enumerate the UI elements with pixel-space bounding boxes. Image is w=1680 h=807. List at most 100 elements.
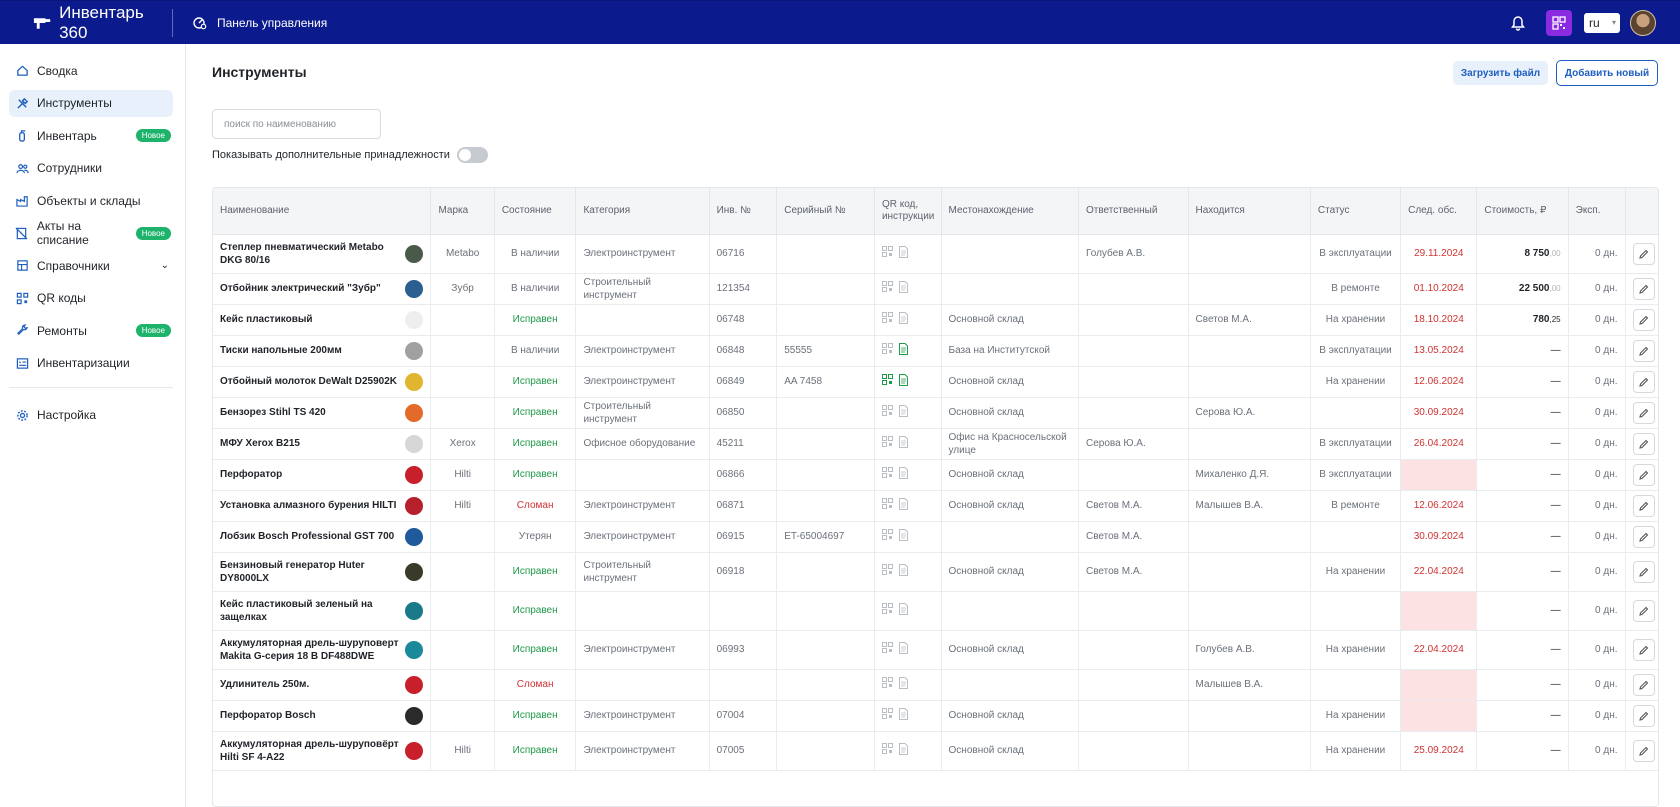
qr-code-icon[interactable]	[881, 343, 893, 358]
name-cell[interactable]: Кейс пластиковый зеленый на защелках	[213, 591, 432, 631]
search-input[interactable]	[212, 109, 381, 139]
qr-code-icon[interactable]	[881, 564, 893, 579]
qr-code-icon[interactable]	[881, 312, 893, 327]
bell-icon[interactable]	[1510, 15, 1526, 31]
sidebar-item-users[interactable]: Сотрудники	[9, 155, 173, 182]
chevron-down-icon[interactable]: ⌄	[161, 260, 169, 271]
document-icon[interactable]	[898, 373, 908, 390]
table-row[interactable]: Кейс пластиковый зеленый на защелках Испр…	[213, 591, 1658, 631]
column-header[interactable]: Инв. №	[709, 188, 778, 235]
column-header[interactable]: QR код, инструкции	[874, 188, 942, 235]
document-icon[interactable]	[898, 466, 908, 483]
qr-code-icon[interactable]	[881, 603, 893, 618]
language-select[interactable]: ru ▾	[1584, 12, 1620, 33]
upload-file-button[interactable]: Загрузить файл	[1453, 61, 1548, 85]
document-icon[interactable]	[898, 311, 908, 328]
name-cell[interactable]: Удлинитель 250м.	[213, 669, 432, 701]
name-cell[interactable]: Аккумуляторная дрель-шуруповёрт Hilti SF…	[213, 731, 432, 771]
edit-button[interactable]	[1632, 525, 1655, 548]
name-cell[interactable]: Установка алмазного бурения HILTI	[213, 490, 432, 522]
document-icon[interactable]	[898, 742, 908, 759]
table-row[interactable]: Аккумуляторная дрель-шуруповерт Makita G…	[213, 630, 1658, 670]
table-row[interactable]: Установка алмазного бурения HILTI Hilti Сл…	[213, 490, 1658, 522]
column-header[interactable]: Статус	[1310, 188, 1402, 235]
qr-code-icon[interactable]	[881, 374, 893, 389]
qr-code-icon[interactable]	[881, 405, 893, 420]
sidebar-item-writeoff[interactable]: Акты на списание Новое	[9, 219, 173, 247]
qr-code-icon[interactable]	[881, 708, 893, 723]
edit-button[interactable]	[1632, 673, 1655, 696]
column-header[interactable]: Находится	[1188, 188, 1311, 235]
table-row[interactable]: Удлинитель 250м. Сломан Малышев В.А. —0 дн.	[213, 669, 1658, 701]
column-header[interactable]: Серийный №	[776, 188, 875, 235]
qr-scan-button[interactable]	[1546, 9, 1572, 36]
sidebar-item-extinguisher[interactable]: Инвентарь Новое	[9, 122, 173, 149]
name-cell[interactable]: Перфоратор	[213, 459, 432, 491]
name-cell[interactable]: Аккумуляторная дрель-шуруповерт Makita G…	[213, 630, 432, 670]
column-header[interactable]: Эксп.	[1568, 188, 1626, 235]
edit-button[interactable]	[1632, 277, 1655, 300]
qr-code-icon[interactable]	[881, 642, 893, 657]
sidebar-item-home[interactable]: Сводка	[9, 57, 173, 84]
document-icon[interactable]	[898, 435, 908, 452]
name-cell[interactable]: Бензиновый генератор Huter DY8000LX	[213, 552, 432, 592]
table-row[interactable]: Лобзик Bosch Professional GST 700 Утерян Э…	[213, 521, 1658, 553]
table-row[interactable]: Тиски напольные 200мм В наличии Электроинс…	[213, 335, 1658, 367]
edit-button[interactable]	[1632, 242, 1655, 265]
edit-button[interactable]	[1632, 638, 1655, 661]
table-row[interactable]: Бензорез Stihl TS 420 Исправен Строительны…	[213, 397, 1658, 429]
table-row[interactable]: Кейс пластиковый Исправен 06748 Основной ск…	[213, 304, 1658, 336]
app-logo[interactable]: Инвентарь 360	[0, 1, 172, 44]
breadcrumb[interactable]: Панель управления	[193, 16, 327, 30]
edit-button[interactable]	[1632, 370, 1655, 393]
document-icon[interactable]	[898, 641, 908, 658]
column-header[interactable]: Стоимость, ₽	[1476, 188, 1569, 235]
sidebar-item-book[interactable]: Справочники ⌄	[9, 252, 173, 279]
edit-button[interactable]	[1632, 401, 1655, 424]
edit-button[interactable]	[1632, 339, 1655, 362]
edit-button[interactable]	[1632, 599, 1655, 622]
sidebar-item-qr[interactable]: QR коды	[9, 285, 173, 312]
edit-button[interactable]	[1632, 739, 1655, 762]
table-row[interactable]: Отбойный молоток DeWalt D25902K Исправен Э…	[213, 366, 1658, 398]
column-header[interactable]: Категория	[575, 188, 710, 235]
name-cell[interactable]: Отбойник электрический "Зубр"	[213, 273, 432, 305]
qr-code-icon[interactable]	[881, 246, 893, 261]
document-icon[interactable]	[898, 528, 908, 545]
sidebar-item-factory[interactable]: Объекты и склады	[9, 187, 173, 214]
edit-button[interactable]	[1632, 308, 1655, 331]
edit-button[interactable]	[1632, 463, 1655, 486]
document-icon[interactable]	[898, 245, 908, 262]
edit-button[interactable]	[1632, 432, 1655, 455]
edit-button[interactable]	[1632, 560, 1655, 583]
name-cell[interactable]: Кейс пластиковый	[213, 304, 432, 336]
table-row[interactable]: Отбойник электрический "Зубр" Зубр В налич…	[213, 273, 1658, 305]
name-cell[interactable]: Перфоратор Bosch	[213, 700, 432, 732]
column-header[interactable]: Ответственный	[1078, 188, 1189, 235]
document-icon[interactable]	[898, 497, 908, 514]
column-header[interactable]: След. обс.	[1400, 188, 1478, 235]
table-row[interactable]: Аккумуляторная дрель-шуруповёрт Hilti SF…	[213, 731, 1658, 771]
sidebar-item-tools[interactable]: Инструменты	[9, 89, 173, 117]
column-header[interactable]: Состояние	[494, 188, 577, 235]
column-header[interactable]: Марка	[430, 188, 495, 235]
edit-button[interactable]	[1632, 704, 1655, 727]
qr-code-icon[interactable]	[881, 743, 893, 758]
table-row[interactable]: Бензиновый генератор Huter DY8000LX Испра…	[213, 552, 1658, 592]
qr-code-icon[interactable]	[881, 677, 893, 692]
name-cell[interactable]: МФУ Xerox B215	[213, 428, 432, 460]
qr-code-icon[interactable]	[881, 281, 893, 296]
qr-code-icon[interactable]	[881, 467, 893, 482]
document-icon[interactable]	[898, 602, 908, 619]
qr-code-icon[interactable]	[881, 436, 893, 451]
document-icon[interactable]	[898, 404, 908, 421]
table-row[interactable]: Перфоратор Bosch Исправен Электроинструмен…	[213, 700, 1658, 732]
document-icon[interactable]	[898, 342, 908, 359]
document-icon[interactable]	[898, 676, 908, 693]
sidebar-item-checklist[interactable]: Инвентаризации	[9, 350, 173, 377]
name-cell[interactable]: Отбойный молоток DeWalt D25902K	[213, 366, 432, 398]
qr-code-icon[interactable]	[881, 498, 893, 513]
table-row[interactable]: Степлер пневматический Metabo DKG 80/16 M…	[213, 234, 1658, 274]
name-cell[interactable]: Лобзик Bosch Professional GST 700	[213, 521, 432, 553]
name-cell[interactable]: Бензорез Stihl TS 420	[213, 397, 432, 429]
